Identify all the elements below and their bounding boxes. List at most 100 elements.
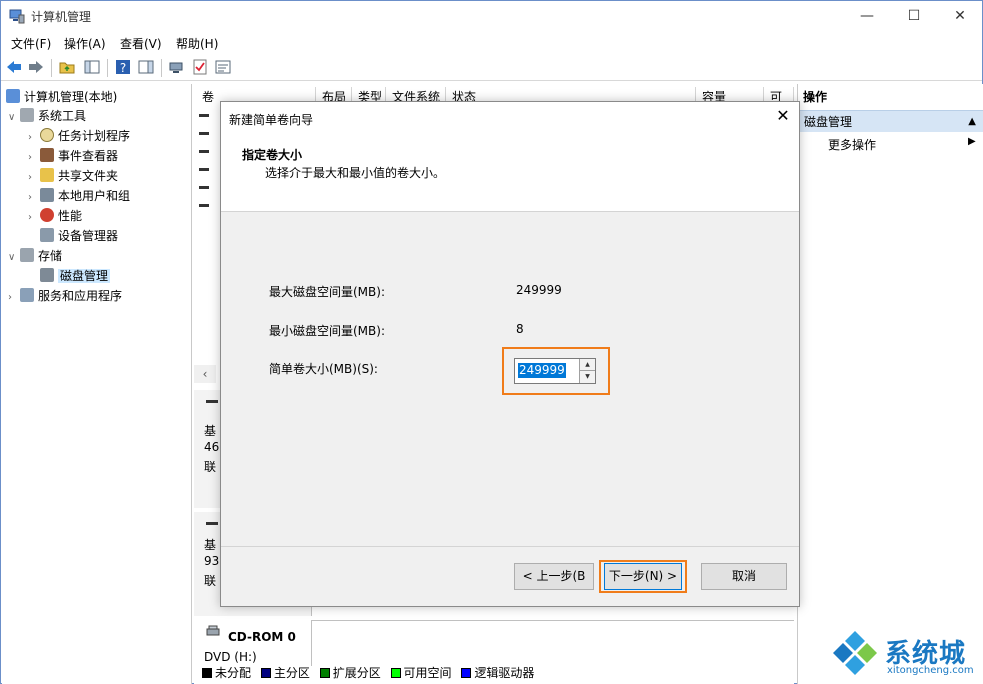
spin-up-icon[interactable]: ▲ — [579, 359, 595, 371]
wizard-subtitle: 选择介于最大和最小值的卷大小。 — [265, 166, 446, 180]
tree-item-system-tools[interactable]: ∨ 系统工具 — [8, 107, 86, 125]
disk-icon — [206, 400, 218, 403]
tree-root[interactable]: 计算机管理(本地) — [6, 88, 117, 106]
close-icon[interactable]: ✕ — [773, 106, 793, 126]
services-icon — [20, 288, 34, 302]
next-button[interactable]: 下一步(N) > — [604, 563, 682, 590]
volume-row-icon[interactable] — [199, 166, 211, 174]
show-hide-tree-icon[interactable] — [83, 58, 101, 76]
cdrom-0-panel[interactable]: CD-ROM 0 DVD (H:) — [194, 620, 312, 666]
volume-row-icon[interactable] — [199, 184, 211, 192]
more-actions-item[interactable]: 更多操作 — [828, 136, 876, 153]
maximize-button[interactable]: ☐ — [891, 1, 937, 31]
volume-row-icon[interactable] — [199, 148, 211, 156]
computer-management-icon — [9, 9, 25, 24]
actions-header: 操作 — [803, 90, 828, 104]
checklist-icon[interactable] — [191, 58, 209, 76]
menu-file[interactable]: 文件(F) — [11, 35, 51, 52]
clock-icon — [40, 128, 54, 142]
up-folder-icon[interactable] — [58, 58, 76, 76]
performance-icon — [40, 208, 54, 222]
legend-swatch-free — [390, 668, 401, 678]
legend-swatch-unallocated — [202, 668, 212, 678]
spin-down-icon[interactable]: ▼ — [579, 371, 595, 383]
connect-icon[interactable] — [168, 58, 186, 76]
event-viewer-icon — [40, 148, 54, 162]
disk-icon — [40, 268, 54, 282]
chevron-down-icon[interactable]: ∨ — [8, 249, 20, 267]
toolbar-separator — [51, 59, 52, 77]
legend-free: 可用空间 — [403, 666, 452, 680]
computer-icon — [6, 89, 20, 103]
tree-item-task-scheduler[interactable]: › 任务计划程序 — [28, 127, 130, 145]
volume-size-label: 简单卷大小(MB)(S): — [269, 362, 378, 376]
disk-legend: 未分配 主分区 扩展分区 可用空间 逻辑驱动器 — [194, 665, 794, 683]
legend-unallocated: 未分配 — [215, 666, 252, 680]
back-button[interactable]: < 上一步(B — [514, 563, 594, 590]
forward-arrow-icon[interactable] — [27, 58, 45, 76]
minimize-button[interactable]: — — [844, 1, 890, 31]
actions-pane: 操作 磁盘管理 ▲ 更多操作 ▶ — [797, 84, 983, 684]
volume-row-icon[interactable] — [199, 130, 211, 138]
toolbar-separator — [107, 59, 108, 77]
wizard-title: 新建简单卷向导 — [229, 113, 314, 127]
tree-item-performance[interactable]: › 性能 — [28, 207, 82, 225]
volume-row-icon[interactable] — [199, 112, 211, 120]
volume-size-input[interactable]: 249999 — [518, 363, 566, 378]
show-hide-action-pane-icon[interactable] — [137, 58, 155, 76]
window-title: 计算机管理 — [31, 10, 92, 24]
collapse-up-icon[interactable]: ▲ — [968, 111, 976, 133]
tree-item-event-viewer[interactable]: › 事件查看器 — [28, 147, 118, 165]
chevron-down-icon[interactable]: ∨ — [8, 109, 20, 127]
storage-icon — [20, 248, 34, 262]
min-size-label: 最小磁盘空间量(MB): — [269, 324, 385, 338]
toolbar: ? — [1, 55, 982, 81]
computer-management-window: 计算机管理 — ☐ ✕ 文件(F) 操作(A) 查看(V) 帮助(H) ? 计算… — [0, 0, 983, 684]
cancel-button[interactable]: 取消 — [701, 563, 787, 590]
menu-help[interactable]: 帮助(H) — [176, 35, 218, 52]
menu-action[interactable]: 操作(A) — [64, 35, 106, 52]
menu-bar: 文件(F) 操作(A) 查看(V) 帮助(H) — [1, 32, 982, 54]
tree-item-disk-management[interactable]: 磁盘管理 — [40, 267, 111, 285]
wizard-divider — [221, 546, 799, 547]
max-size-label: 最大磁盘空间量(MB): — [269, 285, 385, 299]
max-size-value: 249999 — [516, 283, 562, 297]
chevron-right-icon[interactable]: › — [28, 149, 40, 167]
users-icon — [40, 188, 54, 202]
new-simple-volume-wizard: 新建简单卷向导 ✕ 指定卷大小 选择介于最大和最小值的卷大小。 最大磁盘空间量(… — [220, 101, 800, 607]
help-icon[interactable]: ? — [114, 58, 132, 76]
menu-view[interactable]: 查看(V) — [120, 35, 162, 52]
cdrom-type: DVD (H:) — [204, 650, 257, 664]
chevron-right-icon[interactable]: › — [28, 129, 40, 147]
legend-swatch-logical — [461, 668, 472, 678]
chevron-right-icon[interactable]: › — [8, 289, 20, 307]
legend-swatch-extended — [319, 668, 330, 678]
actions-section-disk-management[interactable]: 磁盘管理 ▲ — [798, 110, 983, 132]
tree-item-local-users[interactable]: › 本地用户和组 — [28, 187, 130, 205]
shared-folder-icon — [40, 168, 54, 182]
navigation-tree: 计算机管理(本地) ∨ 系统工具 › 任务计划程序 › 事件查看器 › 共享文件夹 › 本… — [2, 84, 192, 684]
cdrom-volume-area[interactable] — [312, 620, 794, 666]
tree-item-services-apps[interactable]: › 服务和应用程序 — [8, 287, 122, 305]
properties-icon[interactable] — [214, 58, 232, 76]
tree-item-storage[interactable]: ∨ 存储 — [8, 247, 62, 265]
disk-icon — [206, 522, 218, 525]
actions-section-label: 磁盘管理 — [804, 115, 853, 129]
chevron-right-icon[interactable]: › — [28, 189, 40, 207]
volume-row-icon[interactable] — [199, 202, 211, 210]
chevron-right-icon[interactable]: › — [28, 169, 40, 187]
device-manager-icon — [40, 228, 54, 242]
back-arrow-icon[interactable] — [5, 58, 23, 76]
close-window-button[interactable]: ✕ — [937, 1, 983, 31]
volume-size-stepper[interactable]: 249999 ▲ ▼ — [514, 358, 596, 384]
scroll-left-button[interactable]: ‹ — [194, 365, 216, 383]
cdrom-name: CD-ROM 0 — [228, 630, 296, 644]
submenu-arrow-icon[interactable]: ▶ — [968, 136, 976, 147]
tree-item-device-manager[interactable]: 设备管理器 — [40, 227, 118, 245]
legend-logical: 逻辑驱动器 — [474, 666, 535, 680]
tree-item-shared-folders[interactable]: › 共享文件夹 — [28, 167, 118, 185]
cdrom-icon — [206, 625, 220, 636]
disk-1-status: 联 — [204, 574, 217, 588]
title-bar: 计算机管理 — ☐ ✕ — [1, 1, 982, 31]
chevron-right-icon[interactable]: › — [28, 209, 40, 227]
